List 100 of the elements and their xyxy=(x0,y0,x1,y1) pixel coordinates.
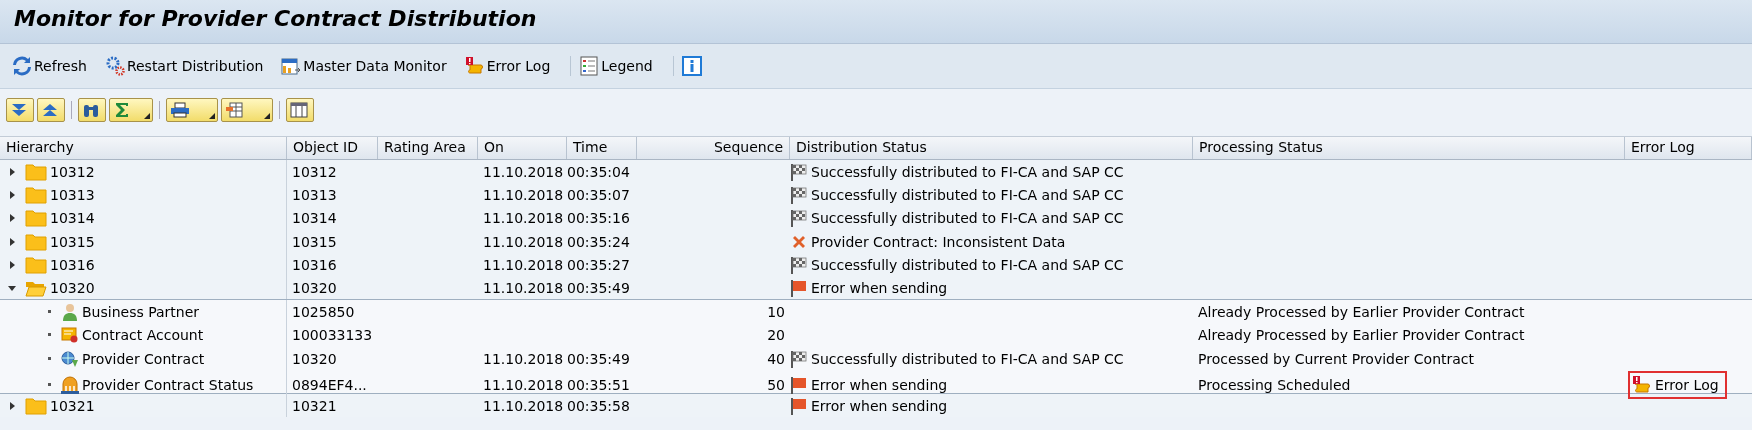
table-cell: 00:35:24 xyxy=(567,233,630,250)
expand-icon[interactable] xyxy=(8,401,16,410)
sum-button[interactable] xyxy=(109,98,153,122)
table-cell: 11.10.2018 xyxy=(483,257,564,274)
bullet-icon xyxy=(48,356,52,361)
table-cell: Already Processed by Earlier Provider Contract xyxy=(1198,327,1525,344)
print-button[interactable] xyxy=(166,98,218,122)
flag-icon xyxy=(790,375,808,394)
folder-icon xyxy=(25,396,47,415)
flag-icon xyxy=(790,279,808,298)
tree-node-label[interactable]: 10314 xyxy=(50,210,95,227)
find-button[interactable] xyxy=(78,98,106,122)
table-cell: Already Processed by Earlier Provider Contract xyxy=(1198,304,1525,321)
tree-node-label[interactable]: 10316 xyxy=(50,257,95,274)
tree-node-label[interactable]: 10321 xyxy=(50,397,95,414)
table-cell: Error when sending xyxy=(811,376,948,393)
column-header[interactable]: Sequence xyxy=(637,137,790,159)
error-log-link[interactable]: Error Log xyxy=(1628,370,1727,399)
column-header[interactable]: Hierarchy xyxy=(0,137,287,159)
table-cell: 00:35:16 xyxy=(567,210,630,227)
table-cell: Processed by Current Provider Contract xyxy=(1198,350,1475,367)
open-folder-icon xyxy=(25,279,47,298)
tree-node-label[interactable]: 10312 xyxy=(50,163,95,180)
printer-icon xyxy=(170,102,190,118)
expand-icon[interactable] xyxy=(8,261,16,270)
columns-button[interactable] xyxy=(286,98,314,122)
refresh-icon xyxy=(12,56,32,76)
table-cell: 11.10.2018 xyxy=(483,163,564,180)
table-cell: Successfully distributed to FI-CA and SAP CC xyxy=(811,257,1124,274)
tree-node-label[interactable]: Provider Contract xyxy=(82,350,205,367)
checkered-flag-icon xyxy=(790,209,808,228)
table-cell: 11.10.2018 xyxy=(483,376,564,393)
certificate-icon xyxy=(61,326,79,345)
table-cell: 11.10.2018 xyxy=(483,187,564,204)
refresh-button[interactable]: Refresh xyxy=(10,52,95,80)
table-cell: 00:35:04 xyxy=(567,163,630,180)
person-icon xyxy=(61,303,79,322)
table-cell: 10321 xyxy=(292,397,337,414)
table-cell: Successfully distributed to FI-CA and SAP CC xyxy=(811,350,1124,367)
folder-icon xyxy=(25,209,47,228)
table-cell: 1025850 xyxy=(292,304,355,321)
table-icon xyxy=(290,102,308,118)
column-header[interactable]: Object ID xyxy=(287,137,378,159)
table-cell: Successfully distributed to FI-CA and SAP CC xyxy=(811,210,1124,227)
legend-icon xyxy=(579,56,600,76)
column-header[interactable]: Time xyxy=(567,137,637,159)
column-header[interactable]: Processing Status xyxy=(1193,137,1625,159)
binoculars-icon xyxy=(82,102,100,118)
bullet-icon xyxy=(48,310,52,315)
table-cell: 10312 xyxy=(292,163,337,180)
table-cell: 10314 xyxy=(292,210,337,227)
table-cell: 00:35:27 xyxy=(567,257,630,274)
expand-icon[interactable] xyxy=(8,237,16,246)
tree-node-label[interactable]: 10313 xyxy=(50,187,95,204)
column-header[interactable]: Rating Area xyxy=(378,137,478,159)
table-cell: Error when sending xyxy=(811,280,948,297)
collapse-icon[interactable] xyxy=(8,284,16,293)
gears-icon xyxy=(104,56,125,76)
sigma-icon xyxy=(113,102,131,118)
collapse-all-button[interactable] xyxy=(37,98,65,122)
legend-button[interactable]: Legend xyxy=(577,52,661,80)
restart-button[interactable]: Restart Distribution xyxy=(102,52,272,80)
tree-node-label[interactable]: Provider Contract Status xyxy=(82,376,254,393)
expand-all-icon xyxy=(10,102,28,118)
table-cell: Successfully distributed to FI-CA and SAP CC xyxy=(811,187,1124,204)
dropdown-icon xyxy=(264,113,270,119)
table-cell: 0894EF4... xyxy=(292,376,367,393)
expand-all-button[interactable] xyxy=(6,98,34,122)
table-cell: 11.10.2018 xyxy=(483,350,564,367)
column-header[interactable]: Distribution Status xyxy=(790,137,1193,159)
dropdown-icon xyxy=(144,113,150,119)
tree-node-label[interactable]: Contract Account xyxy=(82,327,204,344)
table-cell: 10320 xyxy=(292,280,337,297)
column-header[interactable]: Error Log xyxy=(1625,137,1752,159)
table-cell: Provider Contract: Inconsistent Data xyxy=(811,233,1066,250)
expand-icon[interactable] xyxy=(8,214,16,223)
table-cell: 10315 xyxy=(292,233,337,250)
tree-node-label[interactable]: 10320 xyxy=(50,280,95,297)
table-cell: 40 xyxy=(767,350,785,367)
table-cell: 11.10.2018 xyxy=(483,397,564,414)
table-cell: 10316 xyxy=(292,257,337,274)
table-cell: 100033133 xyxy=(292,327,373,344)
window-title: Monitor for Provider Contract Distribution xyxy=(14,6,537,31)
column-header[interactable]: On xyxy=(478,137,567,159)
master-data-button[interactable]: Master Data Monitor xyxy=(279,52,455,80)
dropdown-icon xyxy=(209,113,215,119)
table-cell: 10320 xyxy=(292,350,337,367)
table-cell: 11.10.2018 xyxy=(483,233,564,250)
table-cell: 00:35:49 xyxy=(567,350,630,367)
expand-icon[interactable] xyxy=(8,167,16,176)
error-log-button[interactable]: Error Log xyxy=(462,52,559,80)
layout-button[interactable] xyxy=(221,98,273,122)
tree-node-label[interactable]: 10315 xyxy=(50,233,95,250)
bullet-icon xyxy=(48,382,52,387)
flag-icon xyxy=(790,396,808,415)
scroll-warning-icon xyxy=(464,56,485,76)
tree-node-label[interactable]: Business Partner xyxy=(82,304,200,321)
bullet-icon xyxy=(48,333,52,338)
expand-icon[interactable] xyxy=(8,191,16,200)
table-cell: 00:35:51 xyxy=(567,376,630,393)
